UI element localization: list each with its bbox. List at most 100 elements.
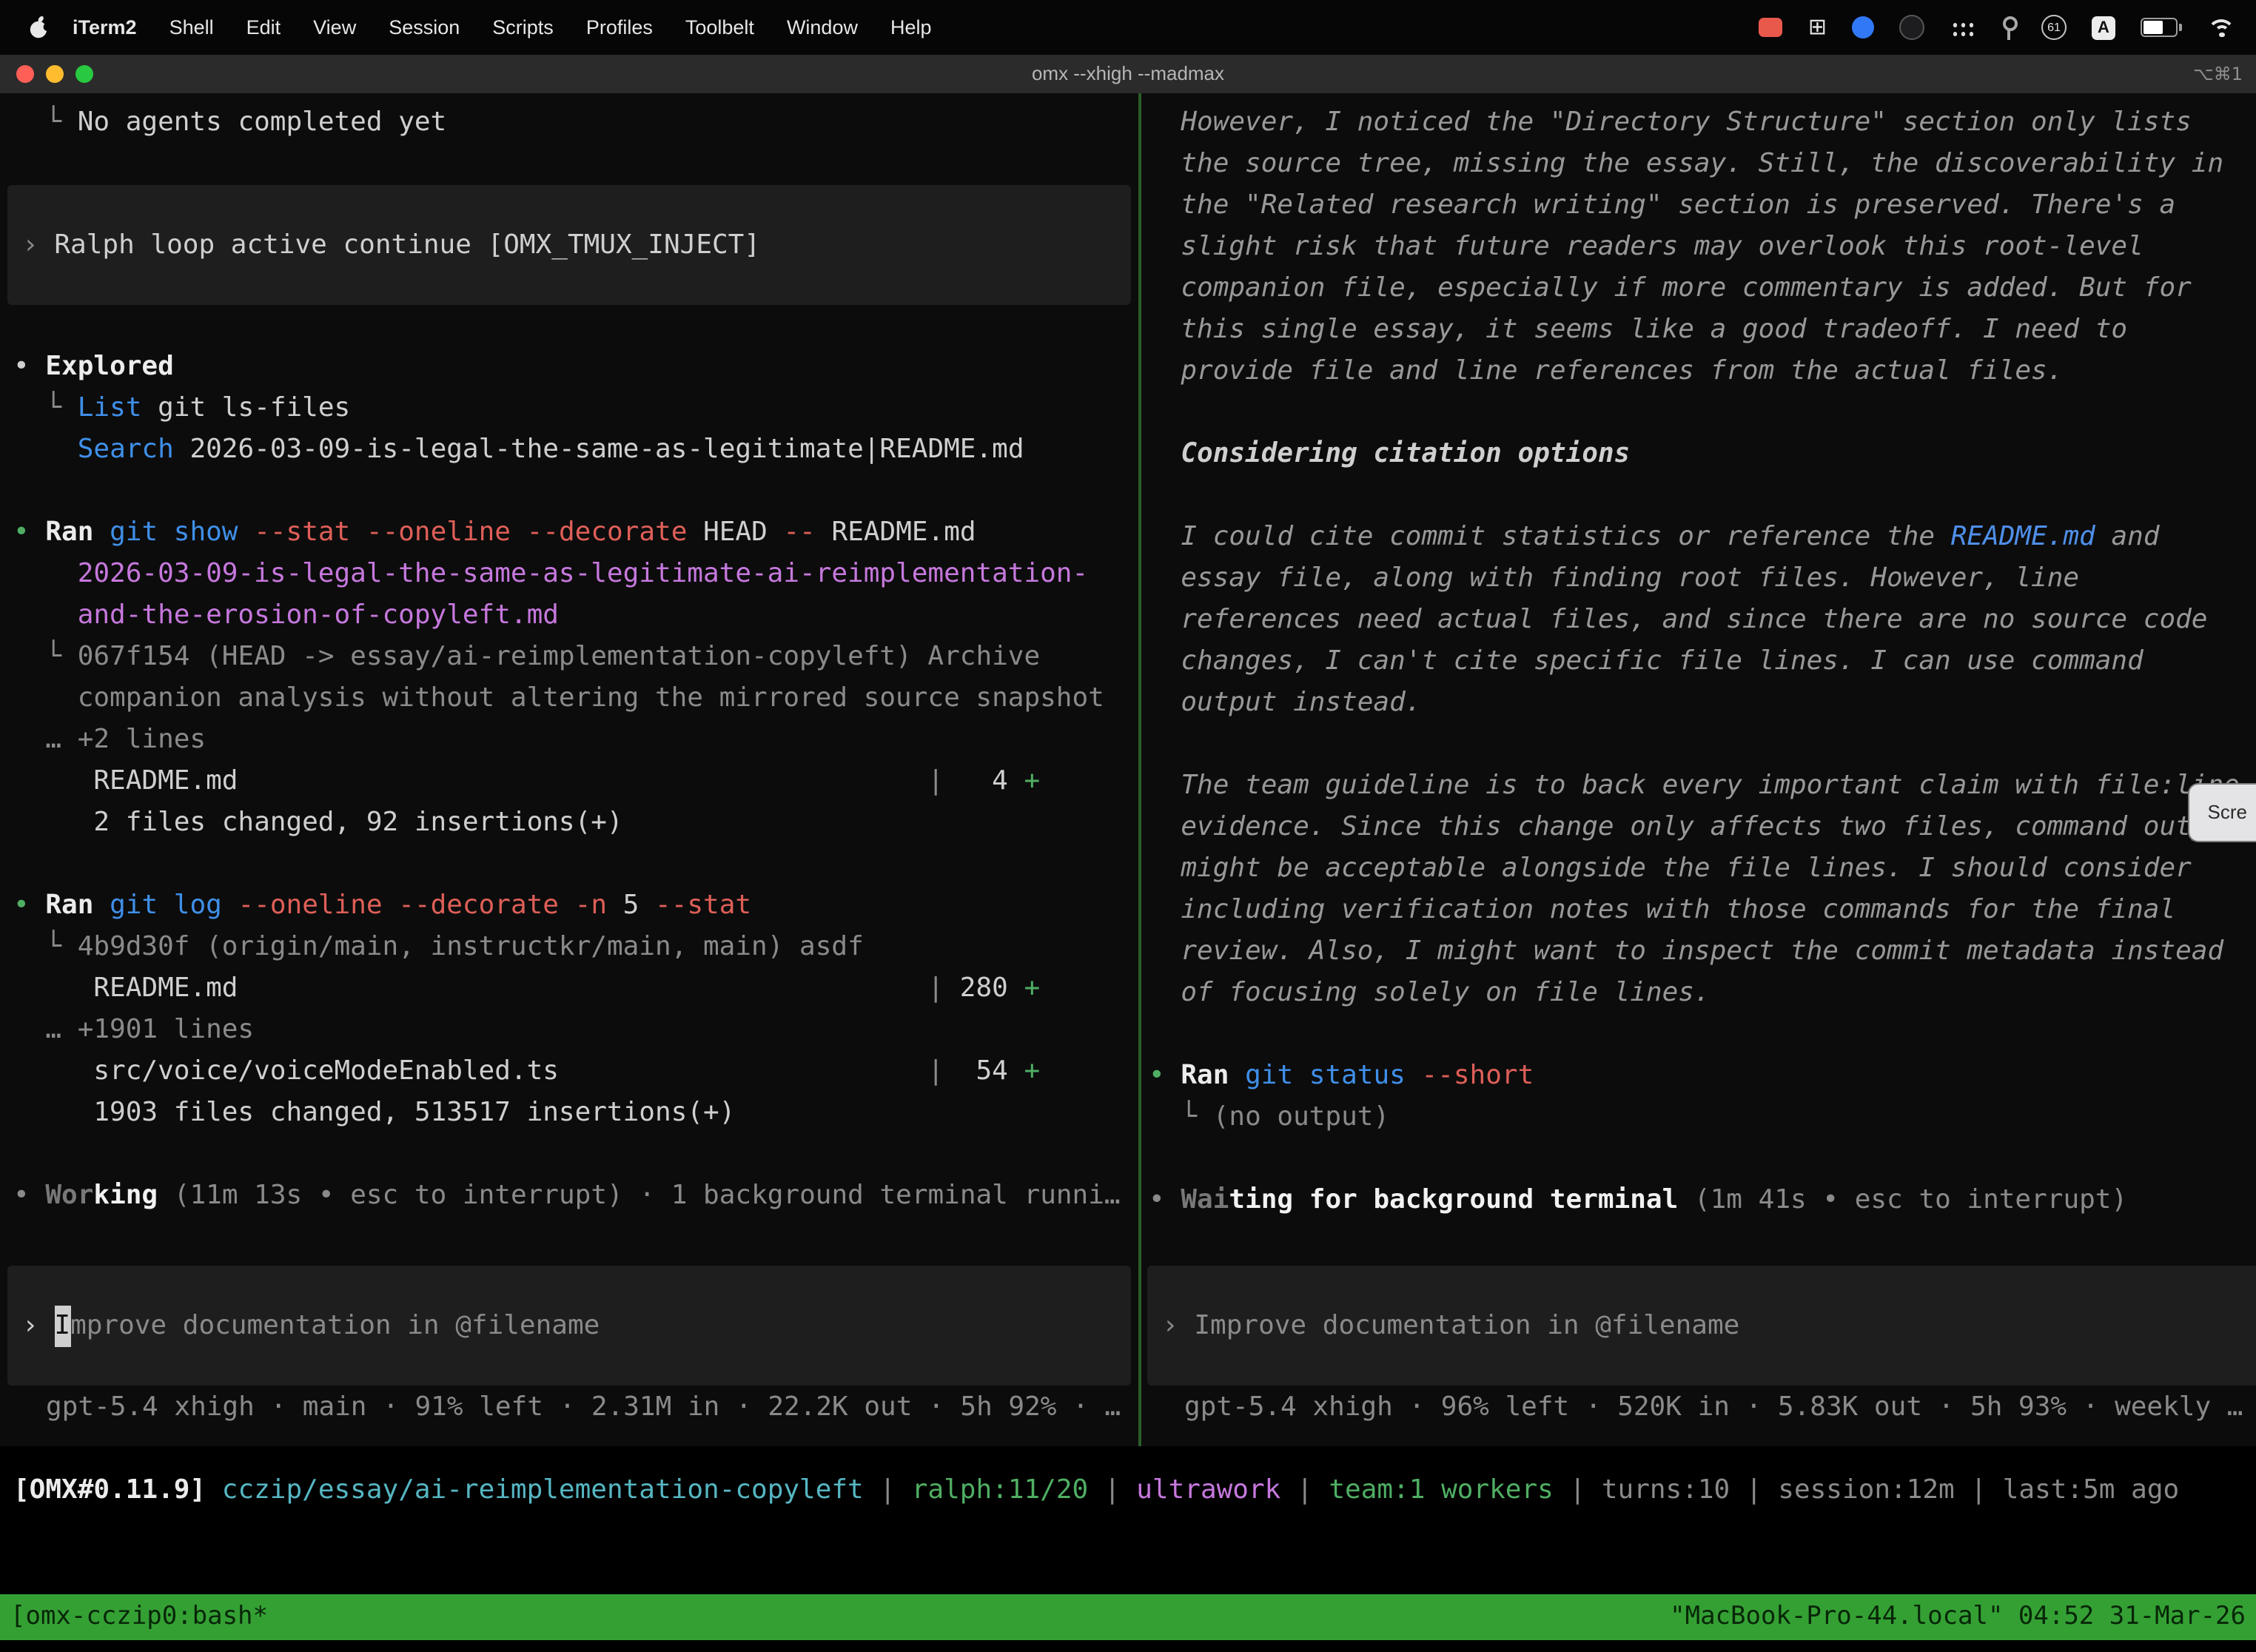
text-segment: 280 xyxy=(944,973,1024,1004)
prompt-text: mprove documentation in @filename xyxy=(70,1305,600,1346)
text-segment: 5 xyxy=(607,890,655,921)
window-shortcut: ⌥⌘1 xyxy=(2193,55,2243,93)
tmux-status-bar: [omx-cczip0:bash* "MacBook-Pro-44.local"… xyxy=(0,1594,2256,1640)
text-segment: git ls-files xyxy=(141,392,350,423)
blue-app-icon[interactable] xyxy=(1852,16,1874,38)
text-segment: | xyxy=(1955,1474,2003,1505)
text-segment xyxy=(222,890,238,921)
left-pane-lines: • Explored └ List git ls-files Search 20… xyxy=(13,305,1138,1217)
text-cursor: I xyxy=(54,1305,70,1346)
terminal-line: the source tree, missing the essay. Stil… xyxy=(1149,144,2256,185)
text-segment xyxy=(93,890,110,921)
text-segment: README.md xyxy=(1951,521,2095,552)
terminal-line: The team guideline is to back every impo… xyxy=(1149,765,2256,807)
text-segment: HEAD xyxy=(687,517,783,548)
text-segment: I could cite commit statistics or refere… xyxy=(1149,521,1951,552)
screen-share-popup[interactable]: Scre xyxy=(2189,783,2256,842)
window-grid-icon[interactable]: ⊞ xyxy=(1808,16,1827,38)
terminal-line: this single essay, it seems like a good … xyxy=(1149,309,2256,351)
text-segment: --short xyxy=(1422,1060,1534,1091)
key-app-icon[interactable] xyxy=(2000,16,2016,39)
text-segment: --stat xyxy=(655,890,751,921)
text-segment: • xyxy=(1149,1184,1181,1215)
stat-badge-icon[interactable]: 61 xyxy=(2041,15,2067,40)
zoom-button[interactable] xyxy=(75,65,93,83)
text-segment: README.md xyxy=(13,765,238,796)
title-bar[interactable]: omx --xhigh --madmax ⌥⌘1 xyxy=(0,55,2256,95)
menu-item-scripts[interactable]: Scripts xyxy=(476,16,570,38)
menu-item-session[interactable]: Session xyxy=(372,16,476,38)
terminal-line: 2026-03-09-is-legal-the-same-as-legitima… xyxy=(13,554,1138,595)
apple-menu[interactable] xyxy=(27,15,50,40)
text-segment: No agents completed yet xyxy=(78,107,447,138)
dots-grid-icon[interactable] xyxy=(1950,19,1975,36)
text-segment: team:1 workers xyxy=(1329,1474,1553,1505)
text-segment: provide file and line references from th… xyxy=(1149,355,2063,386)
prompt-input-right[interactable]: › Improve documentation in @filename xyxy=(1147,1266,2256,1386)
dark-app-icon[interactable] xyxy=(1899,15,1924,40)
text-segment: this single essay, it seems like a good … xyxy=(1149,314,2127,345)
text-segment: … +2 lines xyxy=(13,724,206,755)
close-button[interactable] xyxy=(16,65,34,83)
text-segment: | xyxy=(238,973,944,1004)
text-segment xyxy=(93,517,110,548)
menu-item-help[interactable]: Help xyxy=(874,16,948,38)
prompt-input-left[interactable]: › Improve documentation in @filename xyxy=(7,1266,1131,1386)
text-segment: | xyxy=(559,1055,944,1087)
terminal-line: └ List git ls-files xyxy=(13,388,1138,429)
menu-item-profiles[interactable]: Profiles xyxy=(570,16,669,38)
tmux-session-window[interactable]: [omx-cczip0:bash* xyxy=(10,1594,268,1640)
wifi-icon[interactable] xyxy=(2207,17,2235,38)
text-segment: -- xyxy=(783,517,815,548)
text-segment: the source tree, missing the essay. Stil… xyxy=(1149,148,2223,179)
terminal-line: slight risk that future readers may over… xyxy=(1149,226,2256,268)
terminal-line: README.md | 280 + xyxy=(13,968,1138,1010)
terminal-line: including verification notes with those … xyxy=(1149,890,2256,931)
text-segment: git show xyxy=(110,517,238,548)
text-segment: README.md xyxy=(13,973,238,1004)
terminal-line: review. Also, I might want to inspect th… xyxy=(1149,931,2256,973)
terminal-line: output instead. xyxy=(1149,682,2256,724)
text-segment: · 1 background terminal runni… xyxy=(623,1180,1121,1211)
terminal-line: … +1901 lines xyxy=(13,1010,1138,1051)
terminal-line: However, I noticed the "Directory Struct… xyxy=(1149,102,2256,144)
minimize-button[interactable] xyxy=(46,65,64,83)
text-segment: --stat --oneline --decorate xyxy=(254,517,687,548)
terminal-line xyxy=(1149,724,2256,765)
text-segment: [OMX#0.11.9] xyxy=(13,1474,222,1505)
text-segment xyxy=(238,517,255,548)
terminal: └ No agents completed yet › Ralph loop a… xyxy=(0,93,2256,1446)
menu-item-view[interactable]: View xyxy=(297,16,372,38)
a-app-icon[interactable]: A xyxy=(2092,16,2115,39)
text-segment: + xyxy=(1024,765,1040,796)
terminal-line: and-the-erosion-of-copyleft.md xyxy=(13,595,1138,637)
text-segment xyxy=(13,434,78,465)
menu-item-iterm2[interactable]: iTerm2 xyxy=(56,16,153,38)
tmux-host-time: "MacBook-Pro-44.local" 04:52 31-Mar-26 xyxy=(1670,1594,2246,1640)
text-segment: git status xyxy=(1245,1060,1406,1091)
text-segment: └ xyxy=(13,641,78,672)
left-pane-top-lines: └ No agents completed yet xyxy=(13,102,1138,185)
text-segment: including verification notes with those … xyxy=(1149,894,2175,925)
text-segment: List xyxy=(78,392,142,423)
terminal-line xyxy=(1149,1138,2256,1180)
menu-item-shell[interactable]: Shell xyxy=(153,16,230,38)
text-segment: might be acceptable alongside the file l… xyxy=(1149,853,2192,884)
right-pane-lines: However, I noticed the "Directory Struct… xyxy=(1149,102,2256,1221)
terminal-line: evidence. Since this change only affects… xyxy=(1149,807,2256,848)
text-segment: | xyxy=(864,1474,912,1505)
menu-item-edit[interactable]: Edit xyxy=(230,16,298,38)
menu-item-window[interactable]: Window xyxy=(771,16,874,38)
right-pane[interactable]: However, I noticed the "Directory Struct… xyxy=(1141,93,2256,1446)
battery-icon[interactable] xyxy=(2141,18,2178,37)
terminal-line: • Explored xyxy=(13,346,1138,388)
ralph-inject-box: › Ralph loop active continue [OMX_TMUX_I… xyxy=(7,185,1131,305)
text-segment: and xyxy=(2095,521,2160,552)
text-segment: • xyxy=(13,890,45,921)
terminal-line: • Ran git show --stat --oneline --decora… xyxy=(13,512,1138,554)
screen: iTerm2 Shell Edit View Session Scripts P… xyxy=(0,0,2256,1652)
text-segment: src/voice/voiceModeEnabled.ts xyxy=(13,1055,559,1087)
left-pane[interactable]: └ No agents completed yet › Ralph loop a… xyxy=(0,93,1138,1446)
menu-item-toolbelt[interactable]: Toolbelt xyxy=(669,16,771,38)
screen-recording-indicator[interactable] xyxy=(1759,18,1783,37)
